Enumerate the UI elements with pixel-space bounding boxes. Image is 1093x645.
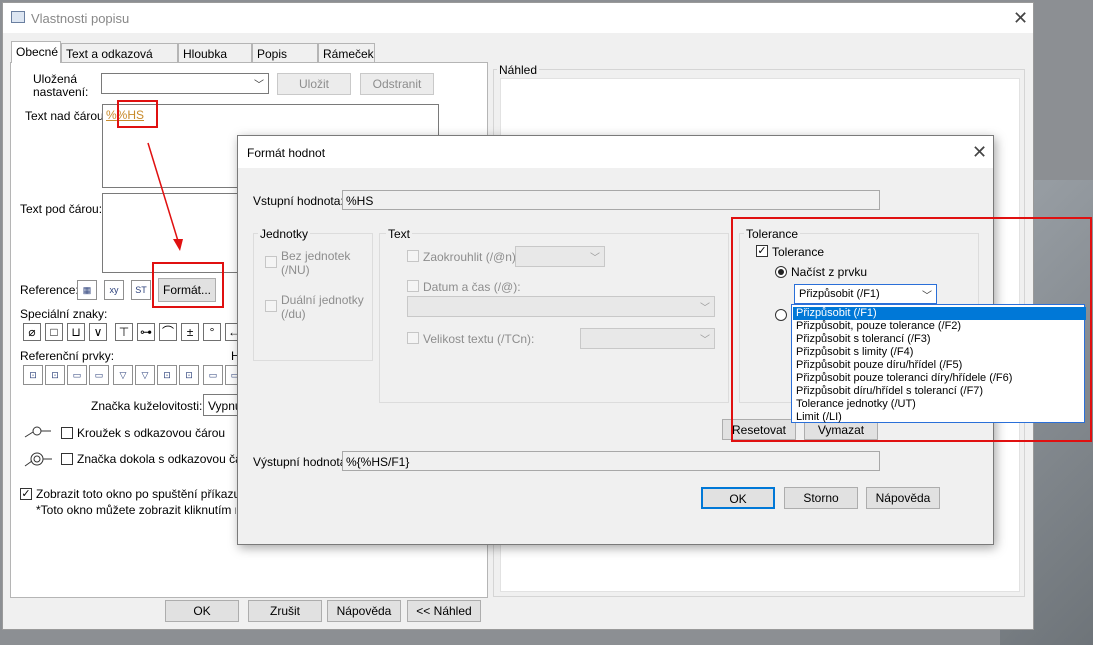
text-above-label: Text nad čárou: xyxy=(25,109,108,123)
annotation-box-format xyxy=(152,262,224,308)
ref-element-5-icon[interactable]: ▽ xyxy=(113,365,133,385)
all-around-leader-icon xyxy=(24,452,52,467)
ref-element-8-icon[interactable]: ⊡ xyxy=(179,365,199,385)
reference-part-icon[interactable]: ▦ xyxy=(77,280,97,300)
dialog-help-button[interactable]: Nápověda xyxy=(866,487,940,509)
annotation-arrow-icon xyxy=(147,142,183,251)
ref-element-4-icon[interactable]: ▭ xyxy=(89,365,109,385)
annotation-box-hs xyxy=(117,100,158,128)
text-size-combo[interactable]: ﹀ xyxy=(580,328,715,349)
tab-hole-depth[interactable]: Hloubka díry xyxy=(178,43,252,75)
circle-leader-label: Kroužek s odkazovou čárou xyxy=(77,426,226,440)
degree-symbol-button[interactable]: ° xyxy=(203,323,221,341)
counterbore-symbol-button[interactable]: ⊔ xyxy=(67,323,85,341)
output-value-field[interactable]: %{%HS/F1} xyxy=(342,451,880,471)
window-title: Vlastnosti popisu xyxy=(31,11,130,26)
ref-element-1-icon[interactable]: ⊡ xyxy=(23,365,43,385)
depth-symbol-button[interactable]: ⊤ xyxy=(115,323,133,341)
datetime-checkbox[interactable] xyxy=(407,280,419,292)
window-icon xyxy=(11,11,25,23)
circle-leader-icon xyxy=(24,426,51,438)
ok-button[interactable]: OK xyxy=(165,600,239,622)
ref-element-9-icon[interactable]: ▭ xyxy=(203,365,223,385)
no-units-checkbox[interactable] xyxy=(265,256,277,268)
no-units-label: Bez jednotek (/NU) xyxy=(281,249,351,277)
cancel-button[interactable]: Zrušit xyxy=(248,600,322,622)
ref-element-2-icon[interactable]: ⊡ xyxy=(45,365,65,385)
all-around-leader-label: Značka dokola s odkazovou čarou xyxy=(77,452,237,466)
diameter-symbol-button[interactable]: ⌀ xyxy=(23,323,41,341)
round-checkbox[interactable] xyxy=(407,250,419,262)
dialog-close-icon[interactable]: ✕ xyxy=(972,142,987,163)
remove-button[interactable]: Odstranit xyxy=(360,73,434,95)
text-size-label: Velikost textu (/TCn): xyxy=(423,332,535,346)
show-on-start-note: *Toto okno můžete zobrazit kliknutím na … xyxy=(36,503,236,517)
output-value-label: Výstupní hodnota: xyxy=(253,455,350,469)
dialog-title: Formát hodnot xyxy=(247,146,326,160)
output-value-text: %{%HS/F1} xyxy=(346,455,410,469)
preview-button[interactable]: << Náhled xyxy=(407,600,481,622)
title-bar xyxy=(3,3,1033,33)
square-symbol-button[interactable]: □ xyxy=(45,323,63,341)
datetime-label: Datum a čas (/@): xyxy=(423,280,521,294)
tab-frame[interactable]: Rámeček xyxy=(318,43,375,62)
text-group-label: Text xyxy=(386,227,413,241)
chevron-down-icon: ﹀ xyxy=(254,80,264,91)
show-on-start-label: Zobrazit toto okno po spuštění příkazu* xyxy=(36,487,245,501)
units-group-label: Jednotky xyxy=(258,227,311,241)
plus-minus-symbol-button[interactable]: ± xyxy=(181,323,199,341)
taper-symbol-button[interactable]: ⊶ xyxy=(137,323,155,341)
reference-xy-icon[interactable]: xy xyxy=(104,280,124,300)
chevron-down-icon: ﹀ xyxy=(700,303,710,314)
save-button[interactable]: Uložit xyxy=(277,73,351,95)
dialog-title-bar xyxy=(238,136,993,168)
preview-label: Náhled xyxy=(497,63,540,77)
ref-element-7-icon[interactable]: ⊡ xyxy=(157,365,177,385)
show-on-start-checkbox[interactable]: ✓ xyxy=(20,488,32,500)
ref-element-6-icon[interactable]: ▽ xyxy=(135,365,155,385)
dialog-ok-button[interactable]: OK xyxy=(701,487,775,509)
help-button[interactable]: Nápověda xyxy=(327,600,401,622)
dual-units-label: Duální jednotky (/du) xyxy=(281,293,364,321)
reference-label: Reference: xyxy=(20,283,79,297)
dialog-cancel-button[interactable]: Storno xyxy=(784,487,858,509)
tab-feature-label[interactable]: Popis prvku xyxy=(252,43,318,75)
circle-leader-checkbox[interactable] xyxy=(61,427,73,439)
close-icon[interactable]: ✕ xyxy=(1013,8,1028,29)
input-value-label: Vstupní hodnota: xyxy=(253,194,344,208)
reference-st-icon[interactable]: ST xyxy=(131,280,151,300)
round-combo[interactable]: ﹀ xyxy=(515,246,605,267)
tab-text-leader[interactable]: Text a odkazová čára xyxy=(61,43,178,75)
chevron-down-icon: ﹀ xyxy=(590,253,600,264)
input-value-field[interactable]: %HS xyxy=(342,190,880,210)
annotation-box-tolerance xyxy=(731,217,1092,442)
all-around-leader-checkbox[interactable] xyxy=(61,453,73,465)
arc-symbol-button[interactable]: ⌒ xyxy=(159,323,177,341)
chevron-down-icon: ﹀ xyxy=(700,335,710,346)
ref-element-3-icon[interactable]: ▭ xyxy=(67,365,87,385)
text-below-label: Text pod čárou: xyxy=(20,202,103,216)
saved-settings-combo[interactable]: ﹀ xyxy=(101,73,269,94)
special-chars-label: Speciální znaky: xyxy=(20,307,108,321)
text-size-checkbox[interactable] xyxy=(407,332,419,344)
saved-settings-label: Uložená nastavení: xyxy=(33,72,89,99)
dual-units-checkbox[interactable] xyxy=(265,300,277,312)
tab-general[interactable]: Obecné xyxy=(11,41,61,63)
countersink-symbol-button[interactable]: ∨ xyxy=(89,323,107,341)
datetime-combo[interactable]: ﹀ xyxy=(407,296,715,317)
taper-label: Značka kuželovitosti: xyxy=(91,399,203,413)
input-value-text: %HS xyxy=(346,194,374,208)
reference-elements-label: Referenční prvky: xyxy=(20,349,115,363)
round-label: Zaokrouhlit (/@n): xyxy=(423,250,520,264)
